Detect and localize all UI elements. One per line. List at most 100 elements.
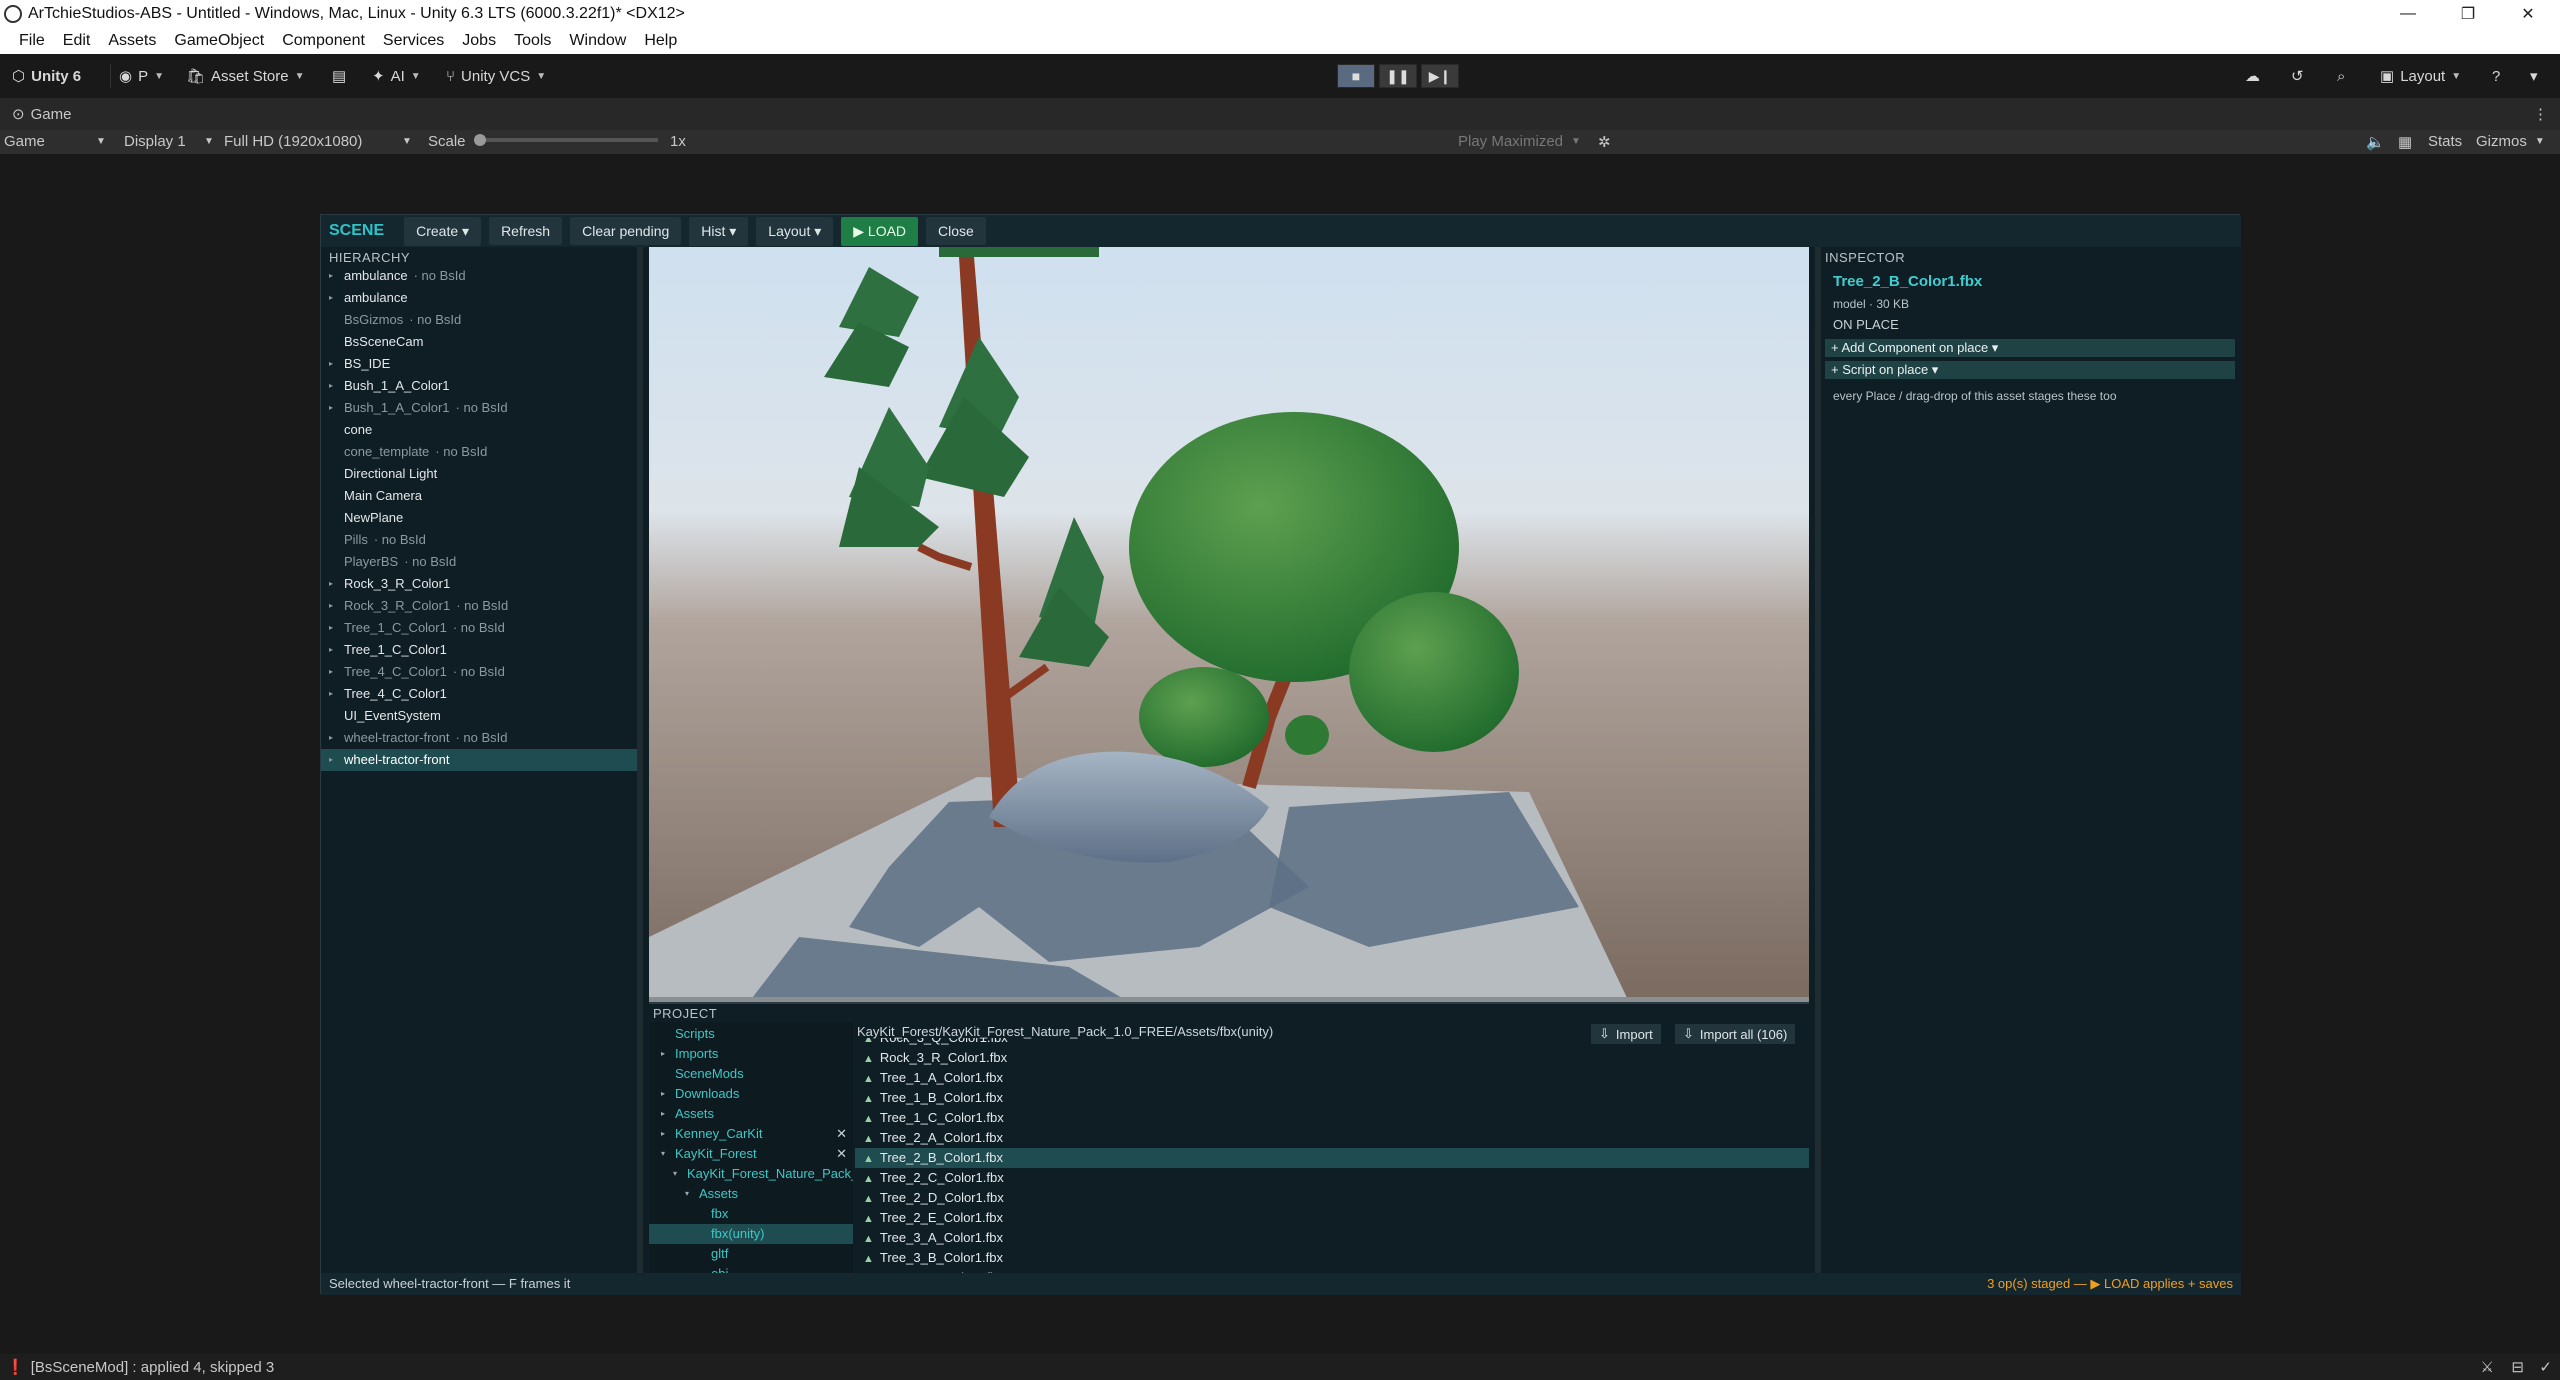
search-button[interactable]: ⌕: [2337, 64, 2345, 88]
project-folder-item[interactable]: ▸ Assets: [649, 1104, 853, 1124]
project-folder-item[interactable]: SceneMods: [649, 1064, 853, 1084]
hierarchy-item[interactable]: NewPlane: [321, 507, 637, 529]
expand-arrow-icon[interactable]: ▸: [661, 1084, 665, 1104]
step-button[interactable]: ▶❙: [1421, 64, 1459, 88]
asset-store-dropdown[interactable]: 🛍 Asset Store ▼: [186, 64, 305, 88]
display-dropdown[interactable]: Display 1 ▼: [124, 133, 220, 150]
project-folder-item[interactable]: fbx(unity): [649, 1224, 853, 1244]
file-row[interactable]: ▲ Tree_3_A_Color1.fbx: [855, 1228, 1809, 1248]
account-dropdown[interactable]: ◉ P ▼: [110, 64, 164, 88]
load-button[interactable]: ▶ LOAD: [841, 216, 919, 246]
hierarchy-item[interactable]: ▸ wheel-tractor-front: [321, 749, 637, 771]
file-row[interactable]: ▲ Tree_2_B_Color1.fbx: [855, 1148, 1809, 1168]
hierarchy-item[interactable]: ▸ Tree_1_C_Color1: [321, 639, 637, 661]
check-icon[interactable]: ✓: [2539, 1358, 2552, 1376]
remove-folder-icon[interactable]: ✕: [836, 1144, 847, 1164]
hierarchy-item[interactable]: ▸ Tree_4_C_Color1: [321, 683, 637, 705]
hierarchy-item[interactable]: ▸ Rock_3_R_Color1 · no BsId: [321, 595, 637, 617]
gizmos-button[interactable]: Gizmos ▼: [2476, 133, 2545, 150]
expand-arrow-icon[interactable]: ▸: [329, 397, 333, 419]
cache-icon[interactable]: ⊟: [2511, 1358, 2524, 1376]
project-folder-item[interactable]: ▾ KayKit_Forest ✕: [649, 1144, 853, 1164]
layout-button[interactable]: Layout ▾: [756, 216, 834, 246]
file-row[interactable]: ▲ Tree_1_C_Color1.fbx: [855, 1108, 1809, 1128]
aspect-icon[interactable]: ▦: [2398, 133, 2412, 151]
project-folder-item[interactable]: ▸ Downloads: [649, 1084, 853, 1104]
hierarchy-item[interactable]: Main Camera: [321, 485, 637, 507]
clear-pending-button[interactable]: Clear pending: [570, 217, 682, 245]
expand-arrow-icon[interactable]: ▾: [685, 1184, 689, 1204]
expand-arrow-icon[interactable]: ▸: [329, 617, 333, 639]
hierarchy-item[interactable]: ▸ Rock_3_R_Color1: [321, 573, 637, 595]
tab-game[interactable]: ⊙ Game: [0, 105, 71, 124]
hierarchy-item[interactable]: PlayerBS · no BsId: [321, 551, 637, 573]
bug-icon[interactable]: ✲: [1598, 133, 1611, 151]
script-dropdown[interactable]: + Script on place ▾: [1825, 361, 2235, 379]
project-folder-item[interactable]: ▾ KayKit_Forest_Nature_Pack_1.0_FREE: [649, 1164, 853, 1184]
file-row[interactable]: ▲ Tree_2_E_Color1.fbx: [855, 1208, 1809, 1228]
expand-arrow-icon[interactable]: ▸: [661, 1044, 665, 1064]
restore-button[interactable]: ❐: [2440, 0, 2496, 28]
minimize-button[interactable]: —: [2380, 0, 2436, 28]
help-button[interactable]: ?: [2492, 64, 2500, 88]
history-button[interactable]: Hist ▾: [689, 216, 749, 246]
menu-edit[interactable]: Edit: [54, 32, 100, 50]
view-select-dropdown[interactable]: Game ▼: [4, 133, 106, 150]
file-row[interactable]: ▲ Rock_3_R_Color1.fbx: [855, 1048, 1809, 1068]
tab-menu-icon[interactable]: ⋮: [2533, 105, 2548, 123]
hierarchy-item[interactable]: cone: [321, 419, 637, 441]
add-component-dropdown[interactable]: + Add Component on place ▾: [1825, 339, 2235, 357]
hierarchy-item[interactable]: ▸ wheel-tractor-front · no BsId: [321, 727, 637, 749]
close-window-button[interactable]: ✕: [2500, 0, 2556, 28]
menu-file[interactable]: File: [10, 32, 54, 50]
play-button[interactable]: ■: [1337, 64, 1375, 88]
vcs-dropdown[interactable]: ⑂ Unity VCS ▼: [446, 64, 546, 88]
hierarchy-item[interactable]: UI_EventSystem: [321, 705, 637, 727]
project-folder-item[interactable]: ▾ Assets: [649, 1184, 853, 1204]
hierarchy-item[interactable]: ▸ Bush_1_A_Color1: [321, 375, 637, 397]
project-folder-item[interactable]: ▸ Imports: [649, 1044, 853, 1064]
hierarchy-item[interactable]: ▸ ambulance · no BsId: [321, 265, 637, 287]
menu-assets[interactable]: Assets: [99, 32, 165, 50]
expand-arrow-icon[interactable]: ▸: [661, 1104, 665, 1124]
network-icon[interactable]: ⚔: [2481, 1358, 2494, 1376]
expand-arrow-icon[interactable]: ▸: [329, 683, 333, 705]
stats-button[interactable]: Stats: [2428, 133, 2462, 150]
expand-arrow-icon[interactable]: ▸: [329, 353, 333, 375]
create-button[interactable]: Create ▾: [404, 216, 482, 246]
expand-arrow-icon[interactable]: ▸: [329, 749, 333, 771]
expand-arrow-icon[interactable]: ▸: [329, 661, 333, 683]
menu-gameobject[interactable]: GameObject: [165, 32, 273, 50]
menu-tools[interactable]: Tools: [505, 32, 560, 50]
menu-help[interactable]: Help: [635, 32, 686, 50]
ai-dropdown[interactable]: ✦ AI ▼: [372, 64, 421, 88]
pause-button[interactable]: ❚❚: [1379, 64, 1417, 88]
expand-arrow-icon[interactable]: ▾: [661, 1144, 665, 1164]
file-row[interactable]: ▲ Tree_2_D_Color1.fbx: [855, 1188, 1809, 1208]
project-folder-item[interactable]: fbx: [649, 1204, 853, 1224]
expand-arrow-icon[interactable]: ▸: [329, 595, 333, 617]
package-button[interactable]: ▤: [332, 64, 346, 88]
project-folder-item[interactable]: Scripts: [649, 1024, 853, 1044]
expand-arrow-icon[interactable]: ▸: [329, 265, 333, 287]
expand-arrow-icon[interactable]: ▸: [329, 727, 333, 749]
hierarchy-item[interactable]: ▸ Tree_1_C_Color1 · no BsId: [321, 617, 637, 639]
refresh-button[interactable]: Refresh: [489, 217, 563, 245]
hierarchy-item[interactable]: BsGizmos · no BsId: [321, 309, 637, 331]
expand-arrow-icon[interactable]: ▸: [661, 1124, 665, 1144]
menu-window[interactable]: Window: [560, 32, 635, 50]
hierarchy-item[interactable]: Directional Light: [321, 463, 637, 485]
remove-folder-icon[interactable]: ✕: [836, 1124, 847, 1144]
hierarchy-item[interactable]: BsSceneCam: [321, 331, 637, 353]
menu-services[interactable]: Services: [374, 32, 453, 50]
file-row[interactable]: ▲ Tree_2_C_Color1.fbx: [855, 1168, 1809, 1188]
expand-arrow-icon[interactable]: ▸: [329, 639, 333, 661]
audio-icon[interactable]: 🔈: [2366, 133, 2385, 151]
file-row[interactable]: ▲ Rock_3_Q_Color1.fbx: [855, 1038, 1809, 1048]
expand-arrow-icon[interactable]: ▸: [329, 287, 333, 309]
expand-arrow-icon[interactable]: ▾: [673, 1164, 677, 1184]
hierarchy-item[interactable]: Pills · no BsId: [321, 529, 637, 551]
hierarchy-item[interactable]: ▸ BS_IDE: [321, 353, 637, 375]
scale-slider[interactable]: [474, 134, 658, 146]
unity-account-button[interactable]: ⬡ Unity 6: [12, 64, 81, 88]
